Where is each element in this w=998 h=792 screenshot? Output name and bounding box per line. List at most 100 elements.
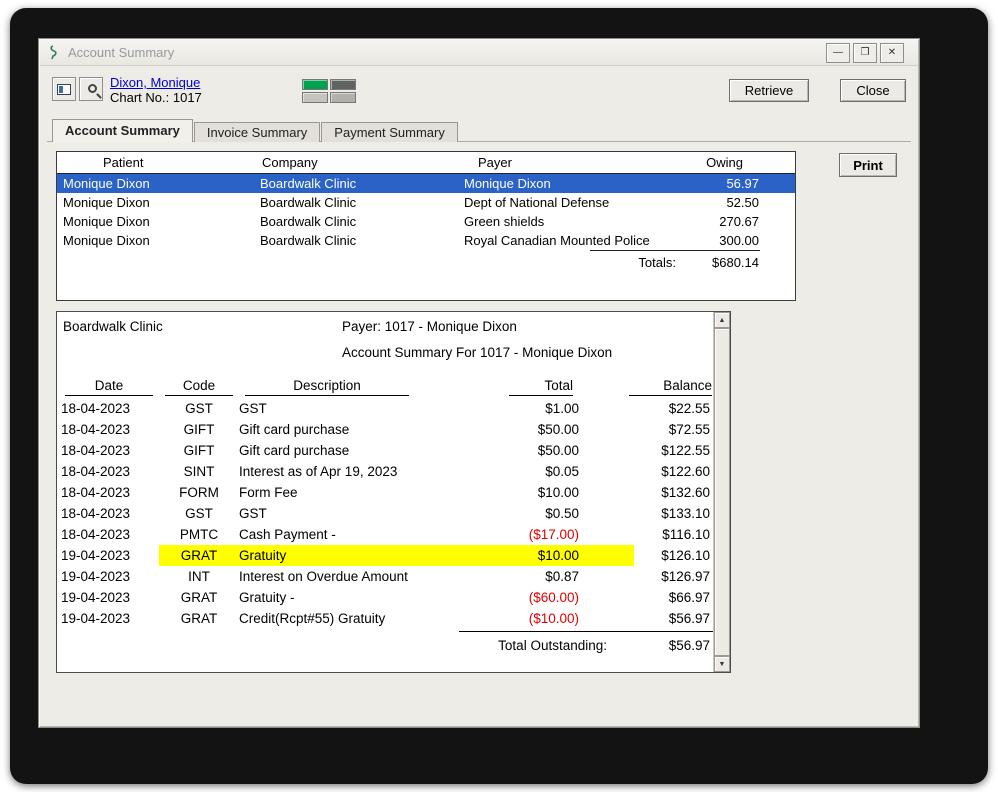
retrieve-button[interactable]: Retrieve — [729, 79, 809, 102]
cell-date: 18-04-2023 — [61, 464, 131, 479]
cell-code: GST — [185, 401, 213, 416]
close-button[interactable]: Close — [840, 79, 906, 102]
tab-payment-summary[interactable]: Payment Summary — [321, 122, 458, 142]
patient-card-icon — [57, 83, 71, 95]
transaction-row: 18-04-2023 GST GST $1.00 $22.55 — [59, 398, 713, 419]
column-header-owing: Owing — [706, 155, 743, 170]
cell-code: FORM — [179, 485, 219, 500]
cell-patient: Monique Dixon — [63, 176, 150, 191]
totals-label: Totals: — [638, 254, 676, 270]
vertical-scrollbar[interactable]: ▲ ▼ — [713, 312, 730, 672]
cell-code: GST — [185, 506, 213, 521]
patient-card-button[interactable] — [52, 77, 76, 101]
payer-table-header: Patient Company Payer Owing — [57, 152, 795, 174]
cell-balance: $126.10 — [661, 548, 710, 563]
cell-total: $0.87 — [545, 569, 579, 584]
transaction-row: 18-04-2023 GIFT Gift card purchase $50.0… — [59, 419, 713, 440]
cell-total: ($60.00) — [528, 590, 579, 605]
cell-total: $1.00 — [545, 401, 579, 416]
cell-total: $10.00 — [537, 485, 579, 500]
search-icon — [87, 83, 97, 93]
cell-date: 19-04-2023 — [61, 548, 131, 563]
cell-patient: Monique Dixon — [63, 233, 150, 248]
cell-payer: Dept of National Defense — [464, 195, 610, 210]
payer-table: Patient Company Payer Owing Monique Dixo… — [56, 151, 796, 301]
cell-description: Interest on Overdue Amount — [239, 569, 408, 584]
account-summary-window: Account Summary — ❐ ✕ Dixon, Monique Cha… — [38, 38, 920, 728]
column-header-payer: Payer — [478, 155, 512, 170]
payer-row[interactable]: Monique Dixon Boardwalk Clinic Royal Can… — [57, 231, 795, 250]
cell-total: $50.00 — [537, 422, 579, 437]
column-header-total: Total — [509, 378, 573, 396]
tabbar: Account Summary Invoice Summary Payment … — [52, 119, 458, 142]
cell-balance: $72.55 — [668, 422, 710, 437]
cell-total: $10.00 — [537, 548, 579, 563]
transaction-row: 18-04-2023 GST GST $0.50 $133.10 — [59, 503, 713, 524]
cell-owing: 52.50 — [726, 195, 759, 210]
status-green-swatch — [302, 79, 328, 90]
cell-owing: 56.97 — [726, 176, 759, 191]
total-outstanding-row: Total Outstanding: $56.97 — [59, 632, 713, 658]
cell-patient: Monique Dixon — [63, 195, 150, 210]
search-button[interactable] — [79, 77, 103, 101]
cell-date: 19-04-2023 — [61, 611, 131, 626]
print-button[interactable]: Print — [839, 153, 897, 177]
cell-company: Boardwalk Clinic — [260, 214, 357, 229]
cell-date: 18-04-2023 — [61, 506, 131, 521]
scrollbar-thumb[interactable] — [714, 328, 730, 656]
scroll-up-icon[interactable]: ▲ — [714, 312, 730, 328]
scroll-down-icon[interactable]: ▼ — [714, 656, 730, 672]
cell-description: Gratuity - — [239, 590, 295, 605]
transaction-row: 19-04-2023 GRAT Gratuity - ($60.00) $66.… — [59, 587, 713, 608]
cell-date: 18-04-2023 — [61, 401, 131, 416]
transaction-row: 19-04-2023 GRAT Credit(Rcpt#55) Gratuity… — [59, 608, 713, 629]
transaction-row: 18-04-2023 FORM Form Fee $10.00 $132.60 — [59, 482, 713, 503]
cell-balance: $133.10 — [661, 506, 710, 521]
cell-code: GIFT — [183, 443, 215, 458]
cell-code: PMTC — [179, 527, 219, 542]
payer-row[interactable]: Monique Dixon Boardwalk Clinic Monique D… — [57, 174, 795, 193]
cell-description: Credit(Rcpt#55) Gratuity — [239, 611, 386, 626]
chart-number-label: Chart No.: 1017 — [110, 90, 202, 105]
status-legend — [302, 79, 356, 103]
cell-company: Boardwalk Clinic — [260, 195, 357, 210]
cell-description: GST — [239, 506, 267, 521]
cell-balance: $66.97 — [668, 590, 710, 605]
payer-row[interactable]: Monique Dixon Boardwalk Clinic Green shi… — [57, 212, 795, 231]
transaction-row: 18-04-2023 SINT Interest as of Apr 19, 2… — [59, 461, 713, 482]
titlebar[interactable]: Account Summary — ❐ ✕ — [40, 40, 918, 66]
cell-code: GIFT — [183, 422, 215, 437]
payer-row[interactable]: Monique Dixon Boardwalk Clinic Dept of N… — [57, 193, 795, 212]
window-title: Account Summary — [68, 45, 175, 60]
cell-balance: $126.97 — [661, 569, 710, 584]
tab-account-summary[interactable]: Account Summary — [52, 119, 193, 142]
tab-invoice-summary[interactable]: Invoice Summary — [193, 122, 321, 142]
cell-date: 19-04-2023 — [61, 590, 131, 605]
cell-description: Cash Payment - — [239, 527, 336, 542]
status-light-swatch — [302, 92, 328, 103]
transaction-row-highlighted: 19-04-2023 GRAT Gratuity $10.00 $126.10 — [59, 545, 713, 566]
cell-date: 18-04-2023 — [61, 485, 131, 500]
cell-balance: $122.60 — [661, 464, 710, 479]
cell-code: GRAT — [180, 611, 218, 626]
statement-payer-line: Payer: 1017 - Monique Dixon — [342, 319, 517, 334]
column-header-description: Description — [245, 378, 409, 396]
column-header-code: Code — [165, 378, 233, 396]
status-mid-swatch — [330, 92, 356, 103]
transaction-report: Date Code Description Total Balance 18-0… — [59, 376, 713, 658]
cell-total: ($10.00) — [528, 611, 579, 626]
cell-balance: $22.55 — [668, 401, 710, 416]
cell-balance: $122.55 — [661, 443, 710, 458]
statement-title-line: Account Summary For 1017 - Monique Dixon — [342, 345, 613, 360]
close-icon[interactable]: ✕ — [880, 42, 904, 63]
maximize-icon[interactable]: ❐ — [853, 42, 877, 63]
status-gray-swatch — [330, 79, 356, 90]
statement-header: Date Code Description Total Balance — [59, 376, 713, 398]
cell-date: 18-04-2023 — [61, 443, 131, 458]
patient-name-link[interactable]: Dixon, Monique — [110, 75, 200, 90]
transaction-row: 19-04-2023 INT Interest on Overdue Amoun… — [59, 566, 713, 587]
column-header-company: Company — [262, 155, 318, 170]
statement-content[interactable]: Boardwalk Clinic Payer: 1017 - Monique D… — [57, 312, 713, 672]
minimize-icon[interactable]: — — [826, 42, 850, 63]
cell-code: GRAT — [180, 548, 218, 563]
